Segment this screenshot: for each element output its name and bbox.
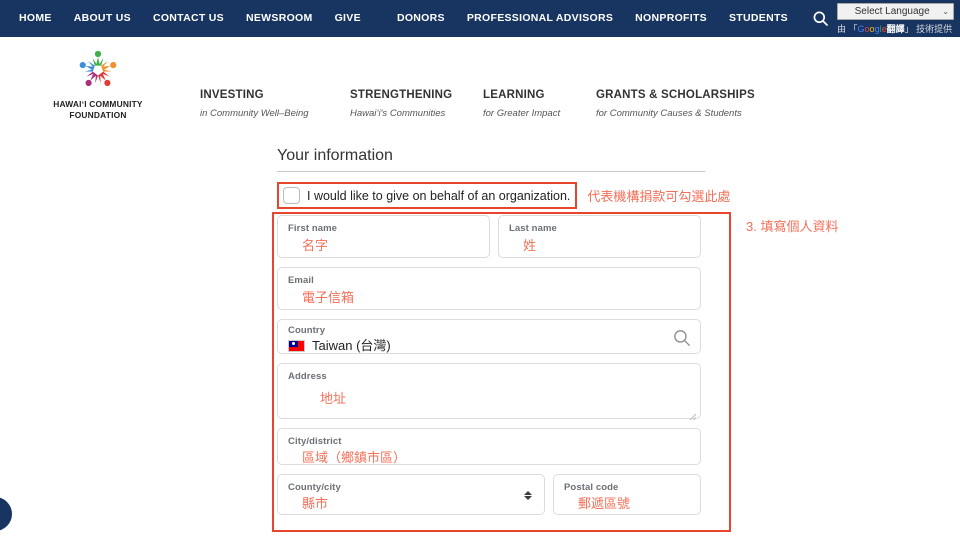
country-field[interactable]: Country Taiwan (台灣) bbox=[277, 319, 701, 354]
email-label: Email bbox=[288, 275, 314, 286]
postal-code-label: Postal code bbox=[564, 482, 619, 493]
chevron-down-icon: ⌄ bbox=[942, 6, 949, 16]
nav-link-donors[interactable]: DONORS bbox=[386, 0, 456, 37]
site-logo[interactable]: HAWAIʻI COMMUNITY FOUNDATION bbox=[38, 45, 158, 121]
last-name-value: 姓 bbox=[523, 238, 537, 253]
country-value-wrap: Taiwan (台灣) bbox=[288, 337, 690, 354]
site-header: HAWAIʻI COMMUNITY FOUNDATION INVESTING i… bbox=[0, 37, 960, 137]
google-translate-attribution: 由 「Google 翻譯」 技術提供 bbox=[837, 22, 952, 35]
nav-link-newsroom[interactable]: NEWSROOM bbox=[235, 0, 324, 37]
nav-link-give[interactable]: GIVE bbox=[324, 0, 372, 37]
first-name-field[interactable]: First name 名字 bbox=[277, 215, 490, 258]
top-navigation-bar: HOME ABOUT US CONTACT US NEWSROOM GIVE D… bbox=[0, 0, 960, 37]
mainnav-title: LEARNING bbox=[483, 89, 545, 101]
mainnav-subtitle: Hawaiʻi's Communities bbox=[350, 108, 446, 119]
country-search-icon[interactable] bbox=[673, 329, 691, 347]
postal-code-value: 郵遞區號 bbox=[578, 496, 631, 511]
first-name-value: 名字 bbox=[302, 238, 329, 253]
county-city-label: County/city bbox=[288, 482, 341, 493]
address-field[interactable]: Address 地址 bbox=[277, 363, 701, 421]
nav-link-about-us[interactable]: ABOUT US bbox=[63, 0, 142, 37]
city-district-row: City/district 區域（鄉鎮市區） bbox=[277, 428, 725, 465]
nav-link-students[interactable]: STUDENTS bbox=[718, 0, 799, 37]
mainnav-title: STRENGTHENING bbox=[350, 89, 453, 101]
mainnav-title: INVESTING bbox=[200, 89, 264, 101]
mainnav-item-learning[interactable]: LEARNING for Greater Impact bbox=[483, 89, 596, 119]
organization-highlight-box: I would like to give on behalf of an org… bbox=[277, 182, 578, 209]
google-wordmark: Google bbox=[857, 23, 887, 34]
country-row: Country Taiwan (台灣) bbox=[277, 319, 725, 354]
nav-link-contact-us[interactable]: CONTACT US bbox=[142, 0, 235, 37]
last-name-label: Last name bbox=[509, 223, 557, 234]
resize-grip-icon[interactable] bbox=[689, 408, 697, 421]
attribution-translate: 翻譯 bbox=[886, 23, 905, 34]
name-row: First name 名字 Last name 姓 bbox=[277, 215, 725, 258]
mainnav-subtitle: for Greater Impact bbox=[483, 108, 561, 119]
chevron-up-icon bbox=[523, 491, 532, 495]
mainnav-subtitle: for Community Causes & Students bbox=[596, 108, 742, 119]
organization-checkbox-label: I would like to give on behalf of an org… bbox=[307, 188, 571, 203]
mainnav-subtitle: in Community Well–Being bbox=[200, 108, 309, 119]
mainnav-item-strengthening[interactable]: STRENGTHENING Hawaiʻi's Communities bbox=[350, 89, 483, 119]
nav-link-professional-advisors[interactable]: PROFESSIONAL ADVISORS bbox=[456, 0, 624, 37]
county-city-select[interactable]: County/city 縣市 bbox=[277, 474, 545, 515]
main-navigation: INVESTING in Community Well–Being STRENG… bbox=[200, 89, 756, 119]
select-language-dropdown[interactable]: Select Language ⌄ bbox=[837, 2, 954, 20]
language-widget: Select Language ⌄ 由 「Google 翻譯」 技術提供 bbox=[837, 2, 954, 35]
personal-info-fields: First name 名字 Last name 姓 Email 電子信箱 Cou… bbox=[277, 215, 725, 524]
city-district-field[interactable]: City/district 區域（鄉鎮市區） bbox=[277, 428, 701, 465]
country-label: Country bbox=[288, 325, 326, 336]
address-label: Address bbox=[288, 371, 327, 382]
page-title: Your information bbox=[277, 147, 705, 172]
taiwan-flag-icon bbox=[288, 339, 305, 352]
mainnav-title: GRANTS & SCHOLARSHIPS bbox=[596, 89, 755, 101]
postal-code-field[interactable]: Postal code 郵遞區號 bbox=[553, 474, 701, 515]
organization-row: I would like to give on behalf of an org… bbox=[277, 182, 730, 209]
nav-link-nonprofits[interactable]: NONPROFITS bbox=[624, 0, 718, 37]
community-circle-logo-icon bbox=[70, 45, 126, 95]
county-postal-row: County/city 縣市 Postal code 郵遞區號 bbox=[277, 474, 725, 515]
step-annotation: 3. 填寫個人資料 bbox=[746, 219, 839, 234]
email-row: Email 電子信箱 bbox=[277, 267, 725, 310]
county-city-value: 縣市 bbox=[302, 496, 329, 511]
top-nav-left-links: HOME ABOUT US CONTACT US NEWSROOM GIVE bbox=[0, 0, 372, 37]
organization-checkbox[interactable] bbox=[283, 187, 300, 204]
email-value: 電子信箱 bbox=[302, 290, 355, 305]
address-row: Address 地址 bbox=[277, 363, 725, 421]
email-field[interactable]: Email 電子信箱 bbox=[277, 267, 701, 310]
organization-annotation: 代表機構捐款可勾選此處 bbox=[587, 189, 731, 204]
chevron-down-icon bbox=[523, 496, 532, 500]
chat-bubble-icon[interactable] bbox=[0, 497, 12, 531]
attribution-prefix: 由 「 bbox=[837, 23, 858, 34]
nav-link-home[interactable]: HOME bbox=[8, 0, 63, 37]
spinner-arrows-icon[interactable] bbox=[523, 488, 532, 503]
city-district-label: City/district bbox=[288, 436, 342, 447]
city-district-value: 區域（鄉鎮市區） bbox=[302, 450, 407, 465]
country-value: Taiwan (台灣) bbox=[312, 338, 391, 353]
mainnav-item-grants-scholarships[interactable]: GRANTS & SCHOLARSHIPS for Community Caus… bbox=[596, 89, 756, 119]
logo-text-line2: FOUNDATION bbox=[69, 110, 127, 120]
search-icon[interactable] bbox=[807, 6, 833, 32]
attribution-suffix: 」 技術提供 bbox=[904, 23, 953, 34]
first-name-label: First name bbox=[288, 223, 338, 234]
last-name-field[interactable]: Last name 姓 bbox=[498, 215, 701, 258]
mainnav-item-investing[interactable]: INVESTING in Community Well–Being bbox=[200, 89, 350, 119]
address-value: 地址 bbox=[320, 391, 347, 406]
select-language-value: Select Language bbox=[854, 5, 930, 17]
top-nav-right-links: DONORS PROFESSIONAL ADVISORS NONPROFITS … bbox=[386, 0, 960, 37]
logo-text-line1: HAWAIʻI COMMUNITY bbox=[53, 99, 143, 109]
